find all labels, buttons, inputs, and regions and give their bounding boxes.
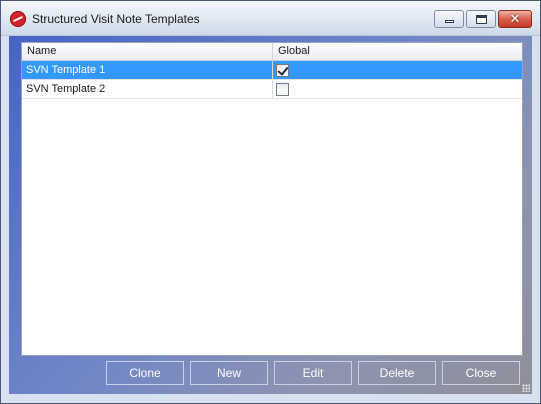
- column-header-name[interactable]: Name: [22, 43, 273, 60]
- checkmark-icon: [277, 64, 289, 76]
- maximize-icon: [476, 15, 487, 24]
- delete-button[interactable]: Delete: [358, 361, 436, 385]
- dialog-window: Structured Visit Note Templates ✕ Name G…: [0, 0, 541, 404]
- global-checkbox[interactable]: [276, 64, 289, 77]
- table-row[interactable]: SVN Template 1: [22, 61, 522, 80]
- app-logo-icon: [10, 11, 26, 27]
- close-window-button[interactable]: ✕: [498, 10, 532, 28]
- templates-grid[interactable]: Name Global SVN Template 1 SVN Template …: [21, 42, 523, 356]
- minimize-button[interactable]: [434, 10, 464, 28]
- window-title: Structured Visit Note Templates: [32, 12, 200, 26]
- close-button[interactable]: Close: [442, 361, 520, 385]
- title-bar[interactable]: Structured Visit Note Templates ✕: [1, 1, 540, 36]
- close-icon: ✕: [509, 11, 521, 26]
- maximize-button[interactable]: [466, 10, 496, 28]
- global-checkbox[interactable]: [276, 83, 289, 96]
- clone-button[interactable]: Clone: [106, 361, 184, 385]
- minimize-icon: [445, 20, 454, 23]
- template-name-cell[interactable]: SVN Template 1: [22, 61, 273, 79]
- table-row[interactable]: SVN Template 2: [22, 80, 522, 99]
- new-button[interactable]: New: [190, 361, 268, 385]
- template-name-cell[interactable]: SVN Template 2: [22, 80, 273, 98]
- resize-grip-icon[interactable]: [522, 384, 530, 392]
- grid-header: Name Global: [22, 43, 522, 61]
- column-header-global[interactable]: Global: [273, 43, 522, 60]
- edit-button[interactable]: Edit: [274, 361, 352, 385]
- client-area: Name Global SVN Template 1 SVN Template …: [9, 36, 532, 394]
